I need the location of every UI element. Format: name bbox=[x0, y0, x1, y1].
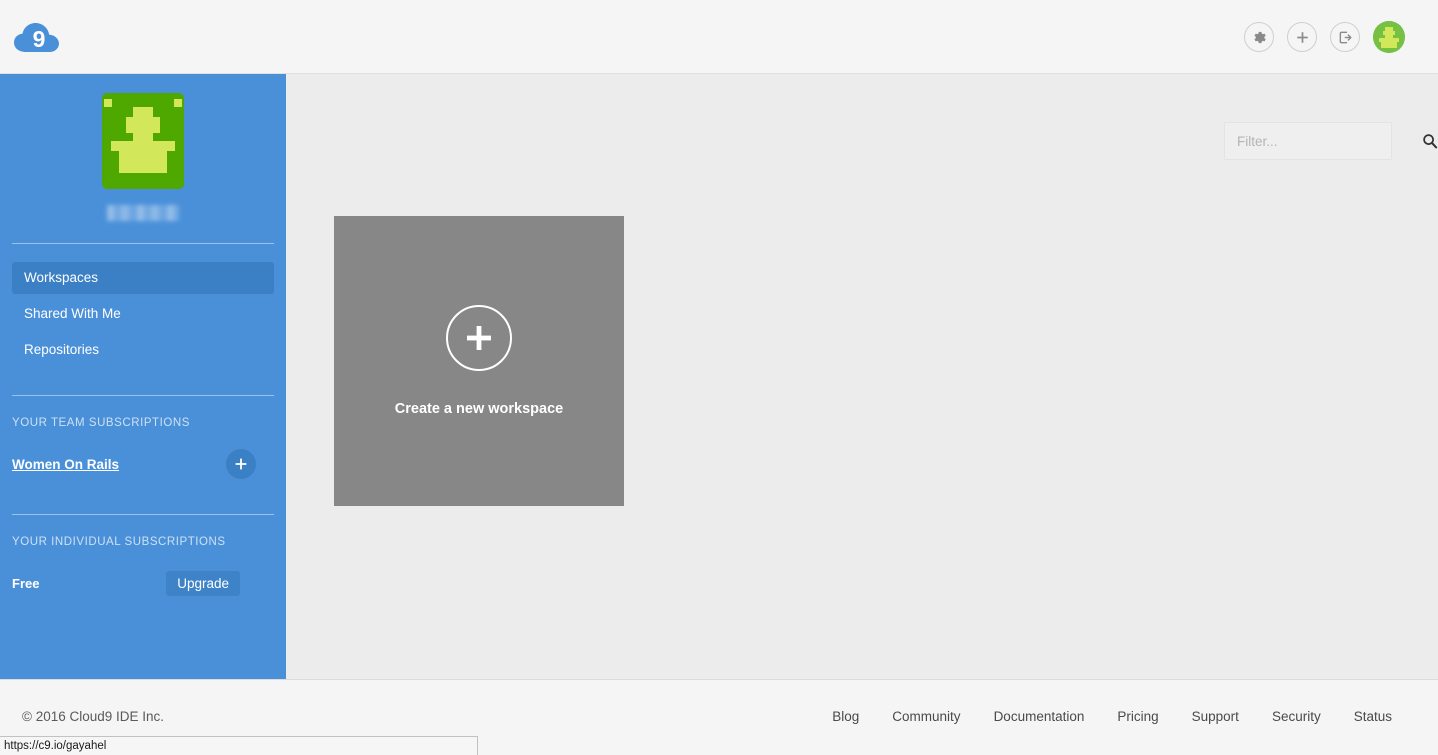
create-workspace-card[interactable]: Create a new workspace bbox=[334, 216, 624, 506]
top-header: 9 bbox=[0, 0, 1438, 74]
plus-icon bbox=[235, 458, 247, 470]
team-subscription-row: Women On Rails bbox=[0, 447, 286, 481]
dashboard-page: 9 Workspaces Shared With Me Repositories… bbox=[0, 0, 1438, 755]
footer-link-documentation[interactable]: Documentation bbox=[994, 709, 1085, 724]
settings-button[interactable] bbox=[1244, 22, 1274, 52]
create-workspace-label: Create a new workspace bbox=[394, 401, 564, 417]
footer-link-pricing[interactable]: Pricing bbox=[1117, 709, 1158, 724]
footer-link-community[interactable]: Community bbox=[892, 709, 960, 724]
logout-button[interactable] bbox=[1330, 22, 1360, 52]
sidebar-profile bbox=[0, 74, 286, 221]
profile-avatar[interactable] bbox=[102, 93, 184, 189]
add-team-button[interactable] bbox=[226, 449, 256, 479]
browser-status-bar: https://c9.io/gayahel bbox=[0, 736, 478, 755]
upgrade-button[interactable]: Upgrade bbox=[166, 570, 240, 596]
plus-icon bbox=[446, 305, 512, 371]
user-pixel-icon bbox=[1373, 21, 1405, 53]
current-plan-label: Free bbox=[12, 575, 40, 591]
individual-subscription-row: Free Upgrade bbox=[0, 566, 286, 600]
user-avatar[interactable] bbox=[1373, 21, 1405, 53]
status-bar-url: https://c9.io/gayahel bbox=[4, 740, 107, 752]
main-content: Workspaces Create a new workspace bbox=[286, 74, 1438, 679]
footer-link-status[interactable]: Status bbox=[1354, 709, 1392, 724]
team-subscriptions-title: YOUR TEAM SUBSCRIPTIONS bbox=[12, 417, 190, 429]
cloud9-logo-icon: 9 bbox=[14, 23, 59, 52]
sidebar-item-workspaces[interactable]: Workspaces bbox=[12, 262, 274, 294]
sidebar-nav: Workspaces Shared With Me Repositories bbox=[0, 244, 286, 366]
footer-link-blog[interactable]: Blog bbox=[832, 709, 859, 724]
sidebar-item-shared-with-me[interactable]: Shared With Me bbox=[12, 298, 274, 330]
footer-link-support[interactable]: Support bbox=[1192, 709, 1239, 724]
footer-link-security[interactable]: Security bbox=[1272, 709, 1321, 724]
filter-box bbox=[1224, 122, 1438, 160]
filter-input[interactable] bbox=[1225, 133, 1422, 149]
logout-icon bbox=[1339, 31, 1352, 43]
footer-links: Blog Community Documentation Pricing Sup… bbox=[832, 709, 1392, 724]
sidebar-item-repositories[interactable]: Repositories bbox=[12, 334, 274, 366]
new-button[interactable] bbox=[1287, 22, 1317, 52]
header-actions bbox=[1244, 21, 1405, 53]
sidebar: Workspaces Shared With Me Repositories Y… bbox=[0, 74, 286, 679]
cloud9-logo[interactable]: 9 bbox=[12, 18, 66, 58]
profile-username-redacted bbox=[107, 205, 179, 221]
gear-icon bbox=[1254, 31, 1266, 43]
plus-icon bbox=[1296, 31, 1308, 43]
individual-subscriptions-title: YOUR INDIVIDUAL SUBSCRIPTIONS bbox=[12, 536, 226, 548]
svg-text:9: 9 bbox=[33, 26, 46, 52]
user-pixel-icon bbox=[102, 93, 184, 189]
search-icon[interactable] bbox=[1422, 133, 1438, 149]
copyright-text: © 2016 Cloud9 IDE Inc. bbox=[22, 709, 165, 724]
team-link-women-on-rails[interactable]: Women On Rails bbox=[12, 457, 119, 472]
